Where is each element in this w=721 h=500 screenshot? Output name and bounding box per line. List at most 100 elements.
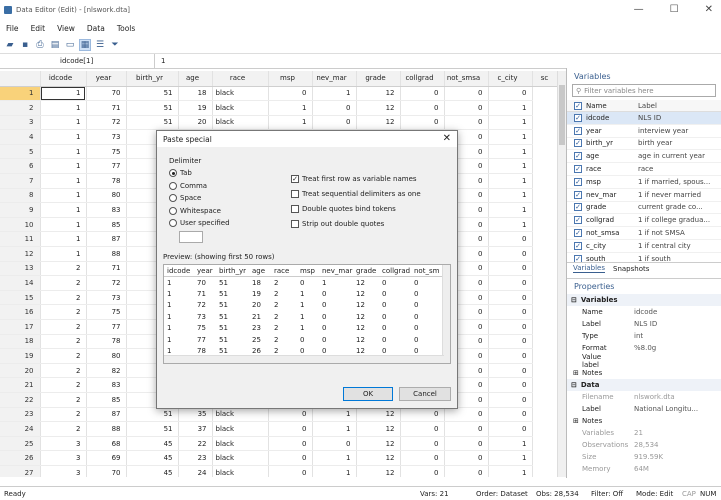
data-cell[interactable]: 78 bbox=[86, 334, 127, 350]
ok-button[interactable]: OK bbox=[343, 387, 393, 401]
dialog-close-icon[interactable]: ✕ bbox=[443, 133, 451, 144]
data-cell[interactable]: 0 bbox=[312, 115, 357, 131]
variable-row[interactable]: ✓ year interview year bbox=[567, 125, 721, 138]
property-row[interactable]: Size 919.59K bbox=[567, 451, 721, 463]
row-number[interactable]: 18 bbox=[0, 334, 41, 350]
variable-checkbox[interactable]: ✓ bbox=[574, 203, 582, 212]
data-cell[interactable]: 0 bbox=[268, 465, 313, 477]
row-number[interactable]: 14 bbox=[0, 275, 41, 291]
variable-filter-input[interactable]: ⚲ Filter variables here bbox=[572, 84, 716, 97]
data-cell[interactable]: 2 bbox=[40, 319, 87, 335]
variable-checkbox[interactable]: ✓ bbox=[574, 177, 582, 186]
data-cell[interactable]: 1 bbox=[488, 436, 533, 452]
data-cell[interactable]: black bbox=[212, 86, 269, 102]
data-cell[interactable]: 0 bbox=[444, 100, 489, 116]
row-number[interactable]: 9 bbox=[0, 202, 41, 218]
property-row[interactable]: ⊞ Notes bbox=[567, 415, 721, 427]
row-number[interactable]: 20 bbox=[0, 363, 41, 379]
row-number[interactable]: 24 bbox=[0, 421, 41, 437]
row-number[interactable]: 11 bbox=[0, 231, 41, 248]
properties-section[interactable]: ⊟ Data bbox=[567, 378, 721, 391]
data-cell[interactable]: 1 bbox=[40, 188, 87, 204]
menu-view[interactable]: View bbox=[57, 24, 75, 33]
data-cell[interactable]: 1 bbox=[312, 465, 357, 477]
delimiter-radio[interactable]: Tab bbox=[169, 167, 279, 180]
property-row[interactable]: Name idcode bbox=[567, 306, 721, 318]
data-cell[interactable]: 2 bbox=[40, 261, 87, 277]
data-cell[interactable]: 0 bbox=[268, 450, 313, 466]
variables-manager-icon[interactable]: ☰ bbox=[94, 39, 106, 51]
data-cell[interactable]: 0 bbox=[312, 100, 357, 116]
data-cell[interactable]: 1 bbox=[40, 115, 87, 131]
variable-row[interactable]: ✓ not_smsa 1 if not SMSA bbox=[567, 227, 721, 240]
data-cell[interactable]: 0 bbox=[488, 348, 533, 364]
data-cell[interactable]: 0 bbox=[488, 334, 533, 350]
data-cell[interactable]: 2 bbox=[40, 421, 87, 437]
data-cell[interactable]: 2 bbox=[40, 407, 87, 423]
row-number[interactable]: 10 bbox=[0, 217, 41, 233]
data-cell[interactable]: 1 bbox=[40, 217, 87, 233]
data-cell[interactable]: 0 bbox=[488, 275, 533, 291]
data-cell[interactable]: 45 bbox=[126, 450, 179, 466]
column-header-msp[interactable]: msp bbox=[268, 71, 313, 87]
variable-checkbox[interactable]: ✓ bbox=[574, 254, 582, 262]
variable-checkbox[interactable]: ✓ bbox=[574, 152, 582, 161]
row-number[interactable]: 26 bbox=[0, 450, 41, 466]
property-row[interactable]: Filename nlswork.dta bbox=[567, 391, 721, 403]
row-number[interactable]: 6 bbox=[0, 158, 41, 175]
data-cell[interactable]: 0 bbox=[268, 407, 313, 423]
data-cell[interactable]: 0 bbox=[444, 407, 489, 423]
data-cell[interactable]: black bbox=[212, 421, 269, 437]
variable-checkbox[interactable]: ✓ bbox=[574, 165, 582, 174]
column-header-race[interactable]: race bbox=[212, 71, 269, 87]
data-cell[interactable]: black bbox=[212, 407, 269, 423]
data-cell[interactable]: 0 bbox=[488, 392, 533, 408]
row-number[interactable]: 19 bbox=[0, 348, 41, 364]
data-cell[interactable]: 51 bbox=[126, 115, 179, 131]
data-cell[interactable]: black bbox=[212, 100, 269, 116]
row-number[interactable]: 5 bbox=[0, 144, 41, 160]
user-delimiter-input[interactable] bbox=[179, 231, 203, 243]
checkbox[interactable] bbox=[291, 219, 299, 228]
label-column-header[interactable]: Label bbox=[638, 102, 721, 110]
data-editor-icon[interactable]: ▦ bbox=[79, 38, 91, 51]
data-cell[interactable]: 69 bbox=[86, 450, 127, 466]
data-cell[interactable]: 12 bbox=[356, 407, 401, 423]
data-cell[interactable]: 0 bbox=[488, 319, 533, 335]
data-cell[interactable]: 1 bbox=[40, 202, 87, 218]
data-cell[interactable]: 71 bbox=[86, 100, 127, 116]
data-cell[interactable]: 1 bbox=[40, 231, 87, 248]
menu-data[interactable]: Data bbox=[87, 24, 105, 33]
variable-checkbox[interactable]: ✓ bbox=[574, 229, 582, 238]
data-cell[interactable]: 3 bbox=[40, 465, 87, 477]
data-cell[interactable]: 78 bbox=[86, 173, 127, 189]
data-cell[interactable]: 1 bbox=[488, 188, 533, 204]
radio-button[interactable] bbox=[169, 169, 177, 178]
data-cell[interactable]: 1 bbox=[488, 202, 533, 218]
data-cell[interactable]: 0 bbox=[488, 363, 533, 379]
column-header-age[interactable]: age bbox=[178, 71, 213, 87]
save-icon[interactable]: ▪ bbox=[19, 39, 31, 51]
data-cell[interactable]: 87 bbox=[86, 407, 127, 423]
data-cell[interactable]: 71 bbox=[86, 261, 127, 277]
property-row[interactable]: Observations 28,534 bbox=[567, 439, 721, 451]
data-cell[interactable]: 12 bbox=[356, 450, 401, 466]
row-number[interactable]: 25 bbox=[0, 436, 41, 452]
data-cell[interactable]: 1 bbox=[488, 217, 533, 233]
scrollbar-thumb[interactable] bbox=[559, 85, 565, 145]
data-cell[interactable]: 0 bbox=[400, 115, 445, 131]
data-cell[interactable]: 0 bbox=[444, 421, 489, 437]
data-cell[interactable]: 1 bbox=[312, 421, 357, 437]
data-cell[interactable]: black bbox=[212, 115, 269, 131]
checkbox[interactable] bbox=[291, 189, 299, 198]
data-cell[interactable]: 1 bbox=[40, 246, 87, 262]
data-cell[interactable]: 88 bbox=[86, 246, 127, 262]
data-cell[interactable]: 2 bbox=[40, 304, 87, 320]
row-number[interactable]: 27 bbox=[0, 465, 41, 477]
data-cell[interactable]: 1 bbox=[268, 100, 313, 116]
data-cell[interactable]: 20 bbox=[178, 115, 213, 131]
tab-variables[interactable]: Variables bbox=[573, 264, 605, 273]
data-cell[interactable]: 1 bbox=[312, 407, 357, 423]
row-number[interactable]: 15 bbox=[0, 290, 41, 306]
data-cell[interactable]: 3 bbox=[40, 436, 87, 452]
